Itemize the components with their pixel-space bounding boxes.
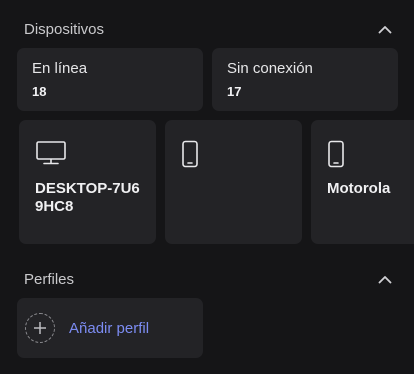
device-card-phone[interactable] [165,120,302,244]
monitor-icon [35,140,140,168]
chevron-up-icon[interactable] [374,268,396,290]
plus-icon [25,313,55,343]
phone-icon [181,140,286,168]
device-name: Motorola [327,180,391,197]
profiles-section-header: Perfiles [24,267,396,291]
device-card-desktop[interactable]: DESKTOP-7U69HC8 [19,120,156,244]
online-count: 18 [32,84,47,99]
device-list: DESKTOP-7U69HC8 Motorola [19,120,414,244]
offline-count: 17 [227,84,242,99]
profiles-section-title: Perfiles [24,270,75,288]
chevron-up-icon[interactable] [374,18,396,40]
offline-label: Sin conexión [227,60,313,77]
offline-status-card[interactable]: Sin conexión 17 [212,48,398,111]
device-card-motorola[interactable]: Motorola [311,120,414,244]
devices-section-title: Dispositivos [24,20,105,38]
add-profile-label: Añadir perfil [69,319,150,337]
device-name: DESKTOP-7U69HC8 [35,180,140,215]
phone-icon [327,140,414,168]
online-label: En línea [32,60,88,77]
add-profile-button[interactable]: Añadir perfil [17,298,203,358]
online-status-card[interactable]: En línea 18 [17,48,203,111]
devices-section-header: Dispositivos [24,17,396,41]
